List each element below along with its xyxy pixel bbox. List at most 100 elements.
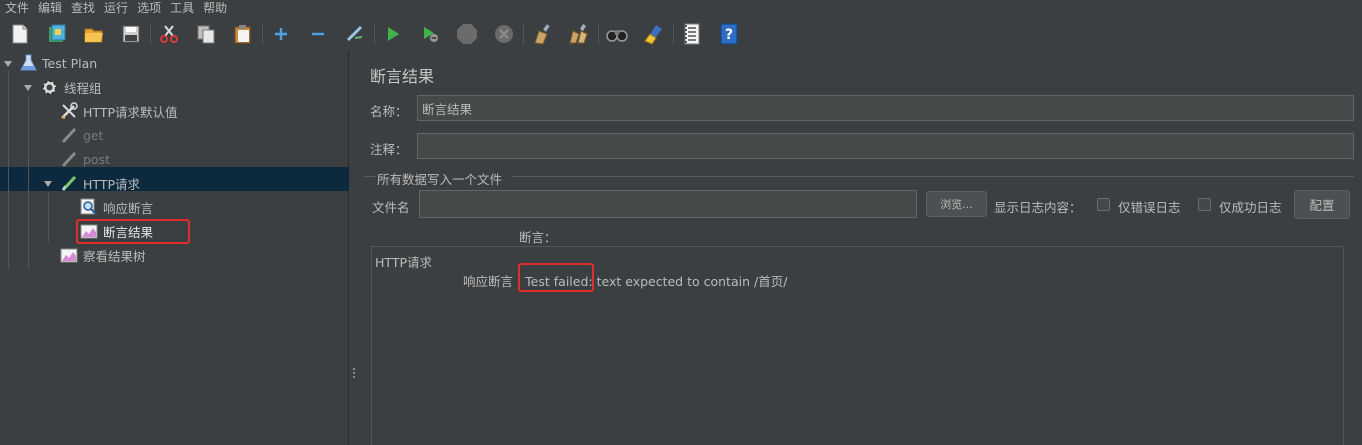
function-helper-button[interactable] bbox=[680, 22, 704, 46]
tree-item-label: post bbox=[83, 151, 110, 167]
tree-item-test-plan[interactable]: Test Plan bbox=[20, 52, 97, 74]
stop-button[interactable] bbox=[455, 22, 479, 46]
tree-selection-highlight bbox=[0, 167, 349, 191]
result-message: text expected to contain /首页/ bbox=[592, 274, 788, 289]
toolbar: ? bbox=[0, 18, 1362, 50]
configure-button[interactable]: 配置 bbox=[1294, 190, 1350, 219]
collapse-button[interactable] bbox=[306, 22, 330, 46]
test-plan-icon bbox=[20, 54, 37, 71]
clear-all-icon bbox=[569, 24, 588, 44]
tree-expand-arrow[interactable] bbox=[24, 85, 32, 91]
gear-icon bbox=[42, 79, 57, 95]
tree-item-label: HTTP请求默认值 bbox=[83, 104, 178, 120]
clear-all-button[interactable] bbox=[567, 22, 591, 46]
new-icon bbox=[12, 24, 28, 44]
menu-search[interactable]: 查找 bbox=[66, 1, 99, 16]
menu-edit[interactable]: 编辑 bbox=[33, 1, 66, 16]
assertion-results-panel: 断言结果 名称： 断言结果 注释： 所有数据写入一个文件 文件名 浏览... 显… bbox=[359, 51, 1362, 445]
tree-item-http-defaults[interactable]: HTTP请求默认值 bbox=[60, 100, 178, 122]
paste-button[interactable] bbox=[231, 22, 255, 46]
start-no-pause-button[interactable] bbox=[418, 22, 442, 46]
successes-only-checkbox[interactable] bbox=[1198, 198, 1211, 211]
comment-field[interactable] bbox=[417, 133, 1354, 159]
tree-item-view-results-tree[interactable]: 察看结果树 bbox=[60, 244, 146, 266]
menu-options[interactable]: 选项 bbox=[132, 1, 165, 16]
group-border bbox=[511, 176, 1354, 177]
help-icon: ? bbox=[720, 23, 738, 45]
tree-item-post[interactable]: post bbox=[60, 148, 110, 170]
toolbar-separator bbox=[262, 23, 263, 45]
toolbar-separator bbox=[523, 23, 524, 45]
clear-button[interactable] bbox=[530, 22, 554, 46]
expand-icon bbox=[275, 28, 287, 40]
sampler-icon bbox=[61, 175, 77, 192]
shutdown-button[interactable] bbox=[492, 22, 516, 46]
new-button[interactable] bbox=[8, 22, 32, 46]
menu-tools[interactable]: 工具 bbox=[165, 1, 198, 16]
tree-item-assertion-results[interactable]: 断言结果 bbox=[80, 220, 153, 242]
toolbar-separator bbox=[673, 23, 674, 45]
menu-bar: 文件 编辑 查找 运行 选项 工具 帮助 bbox=[0, 0, 1362, 17]
help-button[interactable]: ? bbox=[717, 22, 741, 46]
sampler-icon bbox=[61, 151, 77, 168]
menu-help[interactable]: 帮助 bbox=[198, 1, 231, 16]
open-icon bbox=[84, 28, 103, 43]
tree-item-label: HTTP请求 bbox=[83, 176, 140, 192]
templates-icon bbox=[49, 24, 66, 42]
successes-only-label: 仅成功日志 bbox=[1219, 200, 1282, 215]
open-button[interactable] bbox=[82, 22, 106, 46]
tree-expand-arrow[interactable] bbox=[4, 61, 12, 67]
file-group-title: 所有数据写入一个文件 bbox=[377, 172, 503, 187]
browse-button[interactable]: 浏览... bbox=[926, 191, 987, 217]
wrench-icon bbox=[61, 102, 78, 119]
shutdown-icon bbox=[495, 25, 513, 43]
menu-run[interactable]: 运行 bbox=[99, 1, 132, 16]
listener-graph-icon bbox=[60, 248, 78, 263]
save-button[interactable] bbox=[119, 22, 143, 46]
tree-item-label: 响应断言 bbox=[103, 200, 154, 216]
tree-expand-arrow[interactable] bbox=[44, 181, 52, 187]
menu-file[interactable]: 文件 bbox=[0, 1, 33, 16]
group-border bbox=[364, 176, 376, 177]
search-icon bbox=[606, 30, 628, 42]
paste-icon bbox=[234, 25, 251, 44]
function-helper-icon bbox=[684, 23, 700, 45]
splitter-grip-icon[interactable] bbox=[353, 368, 356, 382]
name-label: 名称： bbox=[370, 104, 408, 119]
tree-item-get[interactable]: get bbox=[60, 124, 104, 146]
assertion-magnifier-icon bbox=[80, 198, 97, 215]
reset-search-button[interactable] bbox=[642, 22, 666, 46]
name-field[interactable]: 断言结果 bbox=[417, 95, 1354, 121]
errors-only-label: 仅错误日志 bbox=[1118, 200, 1181, 215]
search-button[interactable] bbox=[605, 22, 629, 46]
split-pane-divider[interactable] bbox=[350, 51, 359, 445]
toolbar-separator bbox=[150, 23, 151, 45]
copy-button[interactable] bbox=[194, 22, 218, 46]
tree-item-thread-group[interactable]: 线程组 bbox=[40, 76, 102, 98]
start-no-pause-icon bbox=[424, 27, 438, 42]
start-button[interactable] bbox=[381, 22, 405, 46]
filename-field[interactable] bbox=[419, 190, 917, 218]
toggle-icon bbox=[346, 25, 363, 42]
cut-icon bbox=[160, 25, 178, 43]
templates-button[interactable] bbox=[45, 22, 69, 46]
page-title: 断言结果 bbox=[370, 67, 435, 86]
tree-guide-line bbox=[8, 71, 9, 269]
copy-icon bbox=[197, 25, 215, 44]
tree-item-label: 线程组 bbox=[64, 80, 102, 96]
reset-search-icon bbox=[644, 25, 662, 45]
errors-only-checkbox[interactable] bbox=[1097, 198, 1110, 211]
assertion-header: 断言： bbox=[519, 230, 557, 245]
cut-button[interactable] bbox=[157, 22, 181, 46]
sampler-icon bbox=[61, 127, 77, 144]
log-display-label: 显示日志内容： bbox=[994, 200, 1082, 215]
result-assertion-line: 响应断言 : Test failed: text expected to con… bbox=[463, 271, 787, 290]
tree-item-label: 断言结果 bbox=[103, 224, 154, 240]
filename-label: 文件名 bbox=[372, 200, 410, 215]
start-icon bbox=[388, 27, 399, 41]
expand-button[interactable] bbox=[269, 22, 293, 46]
toggle-button[interactable] bbox=[343, 22, 367, 46]
tree-item-http-request[interactable]: HTTP请求 bbox=[60, 172, 140, 194]
tree-item-response-assertion[interactable]: 响应断言 bbox=[80, 196, 153, 218]
assertion-results-area[interactable]: HTTP请求 响应断言 : Test failed: text expected… bbox=[371, 246, 1344, 445]
